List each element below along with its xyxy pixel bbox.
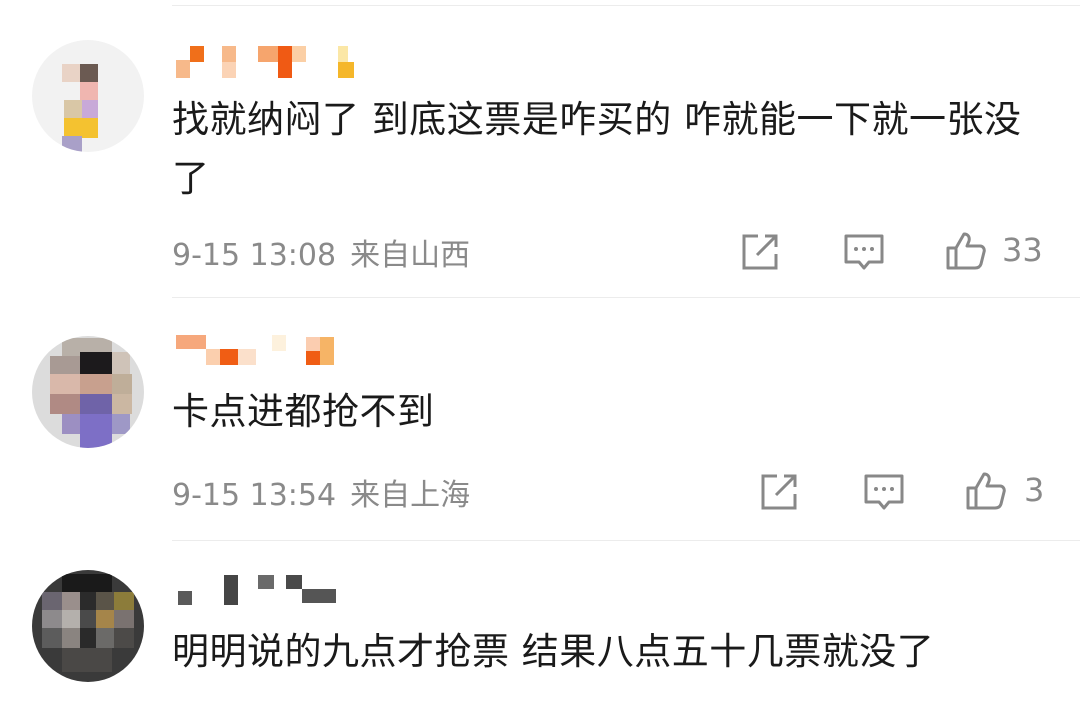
comment-item: 明明说的九点才抢票 结果八点五十几票就没了 xyxy=(0,0,1080,702)
avatar[interactable] xyxy=(32,570,144,682)
comment-text: 明明说的九点才抢票 结果八点五十几票就没了 xyxy=(172,630,935,673)
username[interactable] xyxy=(176,575,376,607)
